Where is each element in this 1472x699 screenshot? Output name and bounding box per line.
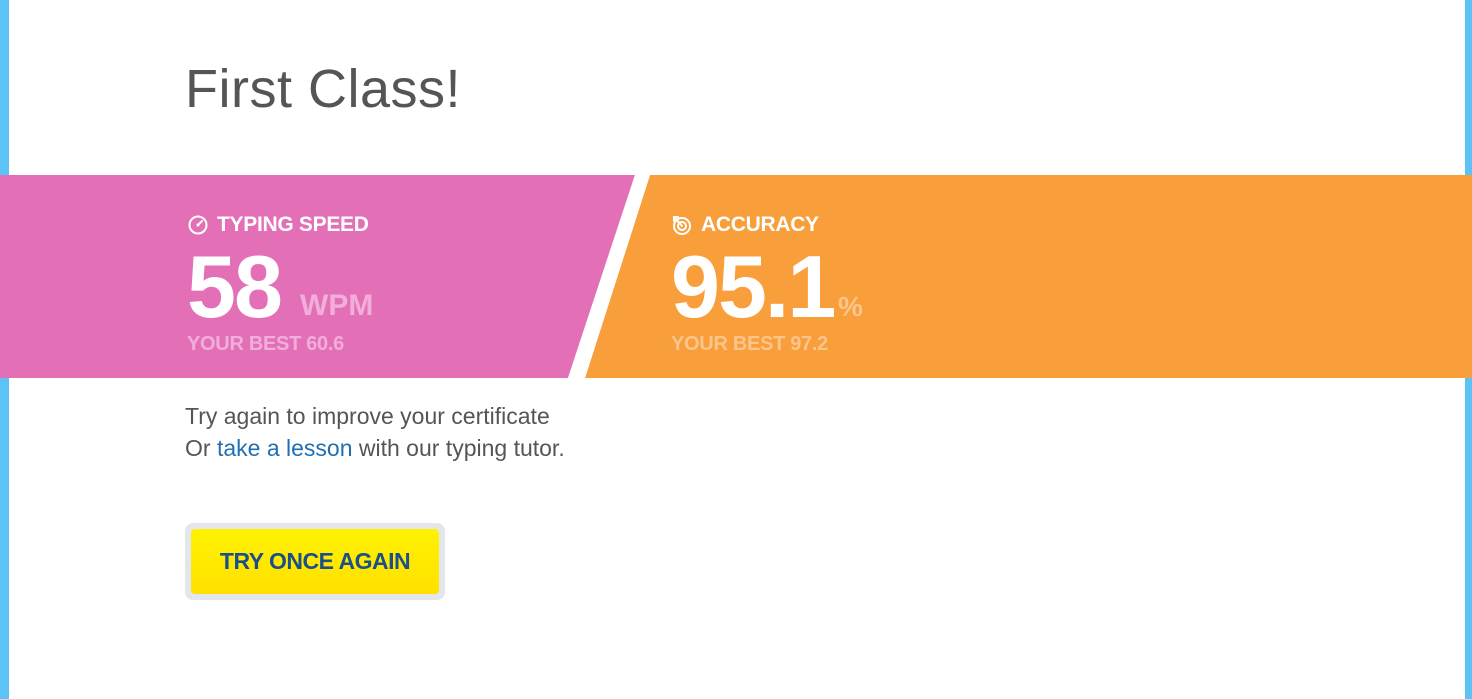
message-suffix: with our typing tutor.	[358, 435, 565, 461]
accuracy-best: YOUR BEST 97.2	[671, 333, 828, 355]
accuracy-unit: %	[838, 291, 863, 322]
target-icon	[671, 214, 693, 236]
speedometer-icon	[187, 214, 209, 236]
take-a-lesson-link[interactable]: take a lesson	[217, 435, 353, 461]
accuracy-label: ACCURACY	[671, 213, 819, 237]
typing-speed-best: YOUR BEST 60.6	[187, 333, 344, 355]
stats-band: TYPING SPEED 58 WPM YOUR BEST 60.6 ACCUR…	[0, 175, 1472, 378]
try-once-again-button[interactable]: TRY ONCE AGAIN	[191, 529, 439, 594]
message-prefix: Or	[185, 435, 211, 461]
typing-speed-unit: WPM	[300, 289, 374, 322]
result-title: First Class!	[185, 59, 461, 119]
typing-speed-value: 58	[187, 237, 283, 336]
message-line-2: Or take a lesson with our typing tutor.	[185, 432, 565, 464]
accuracy-label-text: ACCURACY	[701, 213, 819, 236]
accuracy-value: 95.1	[671, 237, 836, 336]
try-again-button-frame: TRY ONCE AGAIN	[185, 523, 445, 600]
typing-speed-label: TYPING SPEED	[187, 213, 369, 237]
typing-speed-label-text: TYPING SPEED	[217, 213, 369, 236]
message-line-1: Try again to improve your certificate	[185, 403, 550, 429]
result-message: Try again to improve your certificate Or…	[185, 400, 565, 464]
